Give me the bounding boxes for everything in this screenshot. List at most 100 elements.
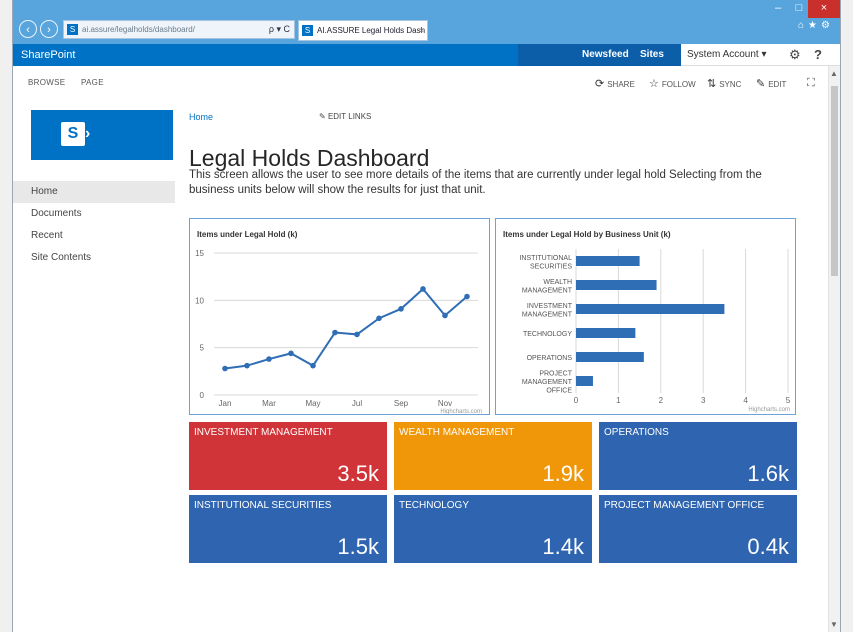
ribbon-tab-browse[interactable]: BROWSE	[28, 78, 65, 87]
tile-label: INVESTMENT MANAGEMENT	[194, 427, 333, 438]
category-label: INVESTMENT	[527, 303, 573, 310]
vertical-scrollbar[interactable]: ▲ ▼	[828, 66, 840, 632]
sync-button[interactable]: ⇅ SYNC	[707, 77, 741, 90]
tile-value: 1.5k	[337, 534, 379, 559]
site-logo[interactable]: S ›	[31, 110, 173, 160]
sharepoint-logo-icon: S	[61, 122, 85, 146]
category-label: OPERATIONS	[527, 355, 573, 362]
scroll-down-icon[interactable]: ▼	[830, 620, 838, 629]
account-menu[interactable]: System Account ▾	[687, 44, 767, 65]
x-tick-label: Mar	[262, 399, 276, 408]
tab-close-icon[interactable]: ×	[419, 21, 424, 40]
tab-favicon-icon: S	[302, 25, 313, 36]
nav-item-home[interactable]: Home	[13, 181, 175, 203]
category-label: MANAGEMENT	[522, 287, 573, 294]
x-tick-label: 5	[786, 396, 791, 405]
focus-on-content-icon[interactable]: ⛶	[807, 77, 815, 90]
bar	[576, 304, 725, 314]
back-icon[interactable]: ‹	[19, 20, 37, 38]
line-point	[332, 329, 338, 336]
follow-button[interactable]: ☆ FOLLOW	[649, 77, 696, 90]
category-label: INSTITUTIONAL	[519, 255, 572, 262]
suite-brand[interactable]: SharePoint	[21, 44, 75, 66]
edit-label: EDIT	[768, 80, 787, 89]
sync-label: SYNC	[719, 80, 742, 89]
bar	[576, 280, 657, 290]
sites-link[interactable]: Sites	[640, 44, 664, 66]
line-point	[354, 331, 360, 338]
address-url: ai.assure/legalholds/dashboard/	[82, 25, 195, 34]
x-tick-label: 4	[743, 396, 748, 405]
tab-title: AI.ASSURE Legal Holds Dash	[317, 26, 426, 35]
nav-item-recent[interactable]: Recent	[13, 225, 175, 247]
pencil-icon: ✎	[756, 78, 766, 90]
nav-item-site-contents[interactable]: Site Contents	[13, 247, 175, 269]
line-series	[224, 287, 468, 370]
line-point	[420, 286, 426, 292]
maximize-icon[interactable]: □	[789, 0, 809, 18]
x-tick-label: May	[305, 399, 320, 408]
star-icon: ☆	[649, 78, 659, 90]
line-point	[244, 362, 250, 369]
chart-credit: Highcharts.com	[748, 407, 790, 413]
category-label: SECURITIES	[530, 263, 572, 270]
sync-icon: ⇅	[707, 78, 717, 90]
tile-value: 0.4k	[747, 534, 789, 559]
ribbon-tab-page[interactable]: PAGE	[81, 78, 104, 87]
share-icon: ⟳	[595, 78, 605, 90]
line-chart: Items under Legal Hold (k) 0 5 10 15 Jan Mar Ma…	[195, 230, 482, 414]
chart-credit: Highcharts.com	[440, 409, 482, 414]
bar	[576, 328, 636, 338]
x-tick-label: Nov	[438, 399, 452, 408]
business-unit-tile[interactable]: INSTITUTIONAL SECURITIES 1.5k	[189, 495, 387, 563]
bar	[576, 256, 640, 266]
suite-links: Newsfeed Sites	[518, 44, 681, 66]
bar-chart-panel: Items under Legal Hold by Business Unit …	[495, 218, 796, 415]
share-button[interactable]: ⟳ SHARE	[595, 77, 635, 90]
address-bar[interactable]: S ai.assure/legalholds/dashboard/ ρ ▾ C	[63, 20, 295, 39]
y-tick-label: 5	[200, 344, 205, 353]
tile-label: OPERATIONS	[604, 427, 669, 438]
line-point	[288, 350, 294, 357]
follow-label: FOLLOW	[661, 80, 696, 89]
edit-links-label: EDIT LINKS	[327, 112, 372, 121]
line-point	[442, 312, 448, 319]
browser-tab[interactable]: S AI.ASSURE Legal Holds Dash ×	[298, 20, 428, 41]
business-unit-tile[interactable]: OPERATIONS 1.6k	[599, 422, 797, 490]
browser-titlebar: – □ × ⌂★⚙ ‹ › S ai.assure/legalholds/das…	[13, 0, 840, 44]
desktop-background: – □ × ⌂★⚙ ‹ › S ai.assure/legalholds/das…	[0, 0, 853, 632]
tile-value: 1.9k	[542, 461, 584, 486]
tile-label: WEALTH MANAGEMENT	[399, 427, 515, 438]
close-icon[interactable]: ×	[808, 0, 840, 18]
scrollbar-thumb[interactable]	[831, 86, 838, 276]
business-unit-tile[interactable]: WEALTH MANAGEMENT 1.9k	[394, 422, 592, 490]
breadcrumb-home[interactable]: Home	[189, 112, 213, 122]
line-chart-title: Items under Legal Hold (k)	[197, 230, 298, 239]
line-point	[310, 362, 316, 369]
edit-button[interactable]: ✎ EDIT	[756, 77, 786, 90]
business-unit-tile[interactable]: TECHNOLOGY 1.4k	[394, 495, 592, 563]
help-icon[interactable]: ?	[814, 44, 822, 65]
tile-label: PROJECT MANAGEMENT OFFICE	[604, 500, 765, 511]
business-unit-tile[interactable]: PROJECT MANAGEMENT OFFICE 0.4k	[599, 495, 797, 563]
category-label: MANAGEMENT	[522, 311, 573, 318]
x-tick-label: 2	[659, 396, 664, 405]
edit-links-button[interactable]: ✎ EDIT LINKS	[319, 112, 371, 121]
tile-value: 1.6k	[747, 461, 789, 486]
gear-icon[interactable]: ⚙	[789, 44, 801, 65]
page-description: This screen allows the user to see more …	[189, 169, 762, 196]
x-tick-label: Sep	[394, 399, 409, 408]
forward-icon[interactable]: ›	[40, 20, 58, 38]
y-tick-label: 10	[195, 296, 204, 305]
x-tick-label: 1	[616, 396, 621, 405]
pencil-icon: ✎	[319, 112, 328, 121]
bar-chart-title: Items under Legal Hold by Business Unit …	[503, 230, 671, 239]
newsfeed-link[interactable]: Newsfeed	[582, 44, 629, 66]
nav-item-documents[interactable]: Documents	[13, 203, 175, 225]
business-unit-tile[interactable]: INVESTMENT MANAGEMENT 3.5k	[189, 422, 387, 490]
category-label: MANAGEMENT	[522, 379, 573, 386]
x-tick-label: 3	[701, 396, 706, 405]
scroll-up-icon[interactable]: ▲	[830, 69, 838, 78]
search-refresh-icon[interactable]: ρ ▾ C	[269, 21, 290, 38]
minimize-icon[interactable]: –	[767, 0, 789, 18]
